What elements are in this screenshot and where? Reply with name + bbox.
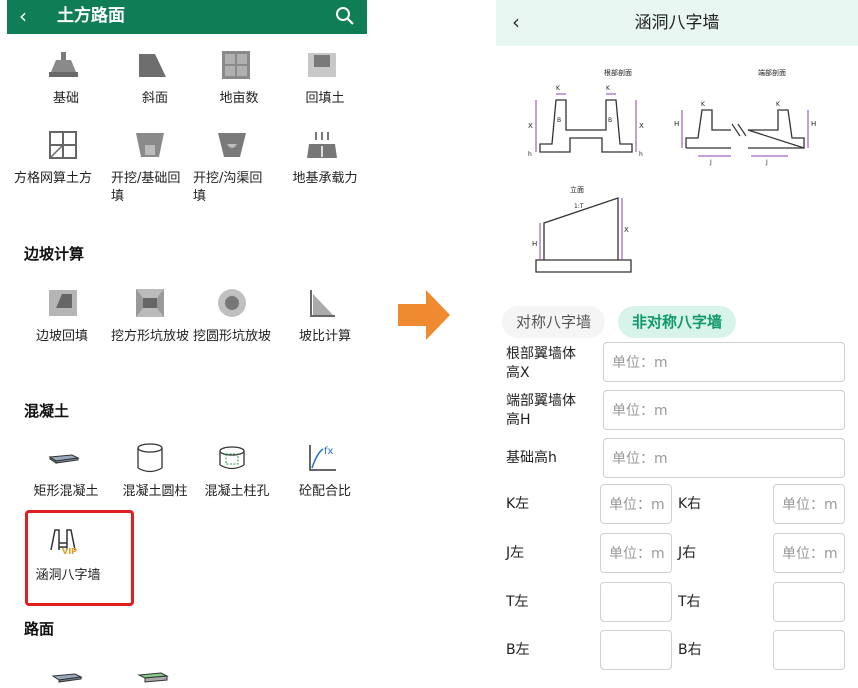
svg-text:H: H [674,120,679,128]
svg-text:X: X [639,122,644,130]
excavation-ditch-icon [218,133,246,157]
detail-header: ‹ 涵洞八字墙 [496,0,858,46]
left-screen: ‹ 土方路面 基础 斜面 地亩数 回填土 方格网算土方 开挖/基础回填 开挖/沟… [7,0,367,688]
slope-ratio-icon [310,290,335,317]
svg-text:K: K [556,85,561,92]
app-header: ‹ 土方路面 [7,0,367,34]
foundation-icon [49,52,78,77]
backfill-icon [308,53,336,77]
svg-text:1:T: 1:T [574,203,584,210]
slope-icon [139,54,166,77]
svg-text:H: H [811,120,816,128]
end-height-label: 端部翼墙体 高H [506,393,576,428]
svg-text:K: K [701,101,706,108]
base-height-label: 基础高h [506,450,557,466]
t-right-input[interactable] [773,582,845,622]
road-slab-icon[interactable] [49,668,83,688]
svg-text:J: J [709,159,712,166]
svg-text:fx: fx [324,446,334,457]
tab-asymmetric[interactable]: 非对称八字墙 [618,306,737,338]
section-road-title: 路面 [24,620,55,638]
k-right-input[interactable]: 单位：m [773,484,845,524]
svg-text:h: h [528,151,532,158]
culvert-diagram: 根部剖面 端部剖面 X X K K B B h h H H K K J J 立面… [528,68,816,273]
section-slope-title: 边坡计算 [24,245,85,263]
root-height-input[interactable]: 单位：m [603,342,845,382]
svg-text:K: K [606,85,611,92]
t-right-label: T右 [678,594,701,610]
tab-symmetric[interactable]: 对称八字墙 [502,306,606,338]
end-height-input[interactable]: 单位：m [603,390,845,430]
k-left-input[interactable]: 单位：m [600,484,672,524]
svg-text:B: B [608,117,612,124]
svg-text:B: B [557,117,561,124]
b-right-label: B右 [678,642,702,658]
k-left-label: K左 [506,496,530,512]
svg-text:根部剖面: 根部剖面 [604,68,632,77]
svg-text:J: J [765,159,768,166]
svg-text:K: K [776,101,781,108]
j-left-input[interactable]: 单位：m [600,533,672,573]
page-title: 土方路面 [57,6,125,26]
j-left-label: J左 [506,545,525,561]
arrow-right-icon [398,290,450,340]
svg-text:立面: 立面 [570,185,584,194]
square-grid-icon [49,131,77,159]
detail-title: 涵洞八字墙 [634,13,720,33]
column-hole-icon [219,446,245,470]
section-concrete-title: 混凝土 [24,402,70,420]
search-icon[interactable] [335,6,355,26]
j-right-input[interactable]: 单位：m [773,533,845,573]
road-layer-icon[interactable] [135,668,169,688]
svg-text:端部剖面: 端部剖面 [758,68,786,77]
land-grid-icon [222,51,250,79]
svg-text:X: X [528,122,533,130]
back-arrow-icon[interactable]: ‹ [19,4,27,28]
excavation-foundation-icon [136,133,164,157]
t-left-label: T左 [506,594,529,610]
highlight-box [25,510,134,606]
b-right-input[interactable] [773,630,845,670]
k-right-label: K右 [678,496,702,512]
b-left-label: B左 [506,642,530,658]
bearing-capacity-icon [307,132,337,158]
mix-ratio-icon: fx [309,445,336,471]
svg-text:h: h [639,151,643,158]
svg-text:H: H [532,240,537,248]
root-height-label: 根部翼墙体 高X [506,346,576,381]
round-pit-icon [218,289,246,317]
b-left-input[interactable] [600,630,672,670]
cylinder-icon [137,443,163,473]
square-pit-icon [136,289,164,317]
j-right-label: J右 [678,545,697,561]
svg-text:X: X [624,226,629,234]
slope-fill-icon [49,290,77,316]
right-screen: ‹ 涵洞八字墙 根部剖面 端部剖面 X X K K B B h h H H K … [496,0,858,688]
rect-concrete-icon [48,454,80,464]
base-height-input[interactable]: 单位：m [603,438,845,478]
t-left-input[interactable] [600,582,672,622]
